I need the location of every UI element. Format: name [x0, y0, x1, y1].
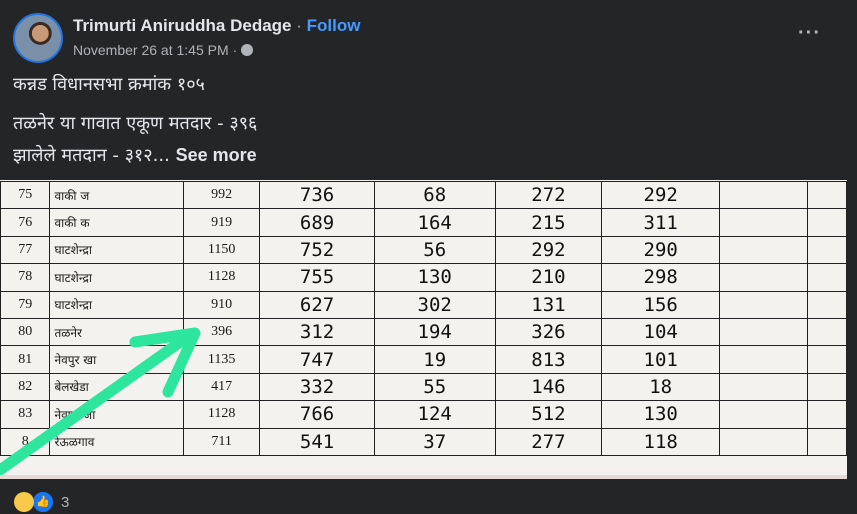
- author-avatar[interactable]: [13, 13, 63, 63]
- post-meta: November 26 at 1:45 PM ·: [73, 42, 254, 58]
- author-name[interactable]: Trimurti Aniruddha Dedage: [73, 16, 292, 35]
- post-text-line: कन्नड विधानसभा क्रमांक १०५: [13, 74, 205, 95]
- follow-button[interactable]: Follow: [307, 16, 361, 35]
- post-header: Trimurti Aniruddha Dedage · Follow: [73, 16, 360, 36]
- like-reaction-icon: 👍: [31, 490, 55, 514]
- wow-reaction-icon: [14, 492, 34, 512]
- see-more-link[interactable]: See more: [176, 145, 257, 165]
- reaction-count[interactable]: 3: [61, 494, 69, 511]
- more-horizontal-icon[interactable]: ···: [798, 22, 821, 45]
- separator: ·: [296, 16, 302, 35]
- post-timestamp[interactable]: November 26 at 1:45 PM: [73, 42, 229, 58]
- green-arrow-icon: [0, 327, 201, 476]
- post-photo[interactable]: 75 वाकी ज 992 736 68 272 292 76 वाकी क 919 689 164 2…: [0, 180, 847, 478]
- globe-icon: [241, 44, 254, 56]
- post-text-line: झालेले मतदान - ३१२... See more: [13, 145, 257, 166]
- post-text-line: तळनेर या गावात एकूण मतदार - ३९६: [13, 113, 258, 134]
- reactions-bar[interactable]: 👍 3: [14, 490, 69, 514]
